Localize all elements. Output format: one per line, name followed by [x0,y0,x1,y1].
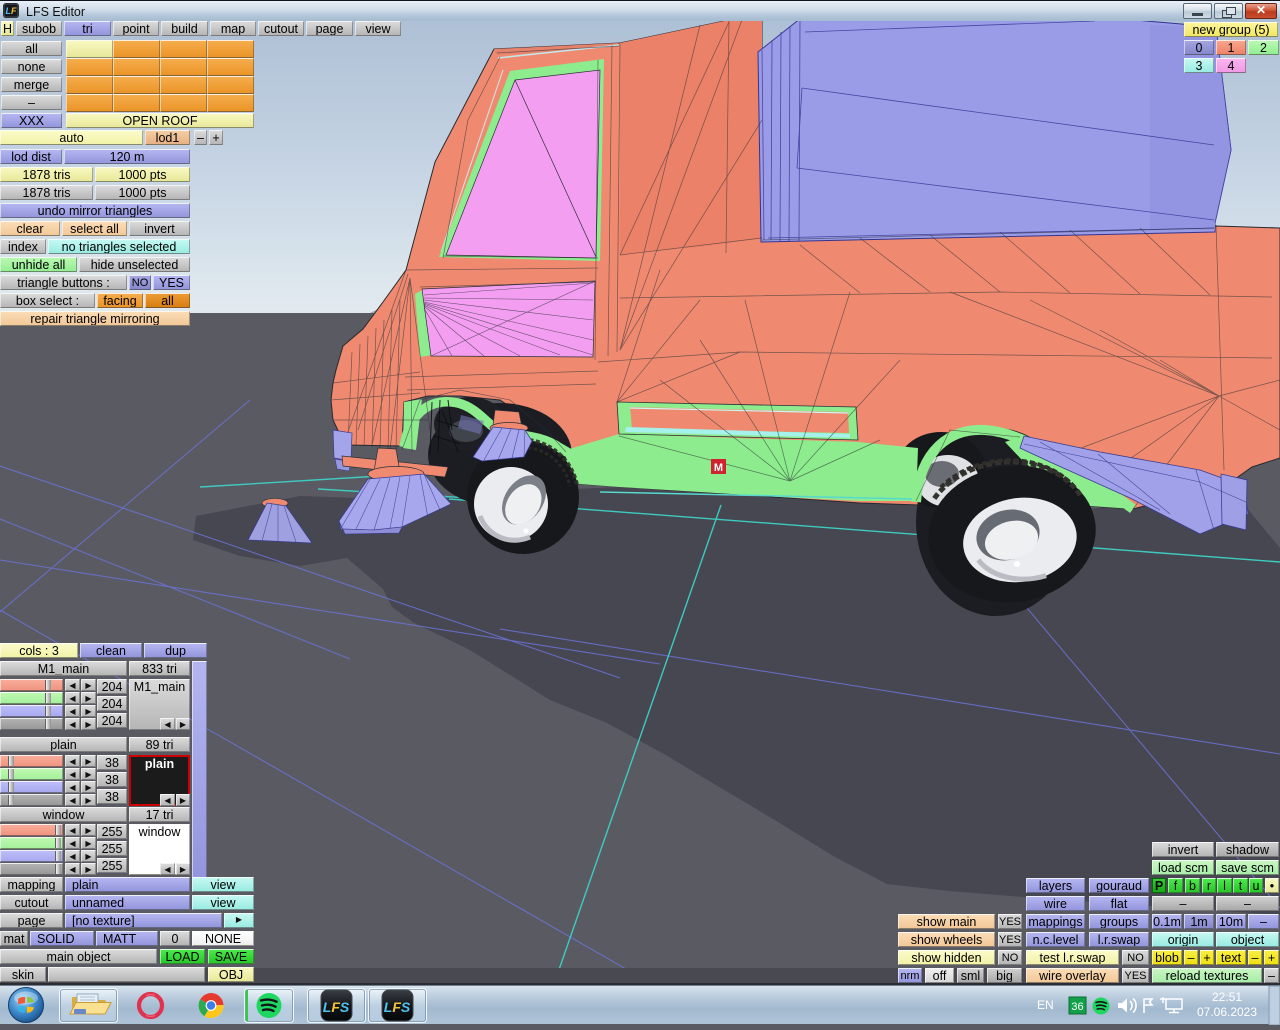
svg-text:LFS: LFS [384,999,411,1015]
svg-text:36: 36 [1071,1001,1083,1013]
svg-text:LF: LF [6,6,18,16]
svg-text:07.06.2023: 07.06.2023 [1197,1005,1257,1019]
svg-text:EN: EN [1037,998,1054,1012]
svg-text:M: M [714,462,723,474]
svg-text:22:51: 22:51 [1212,990,1242,1004]
svg-text:LFS: LFS [323,999,350,1015]
